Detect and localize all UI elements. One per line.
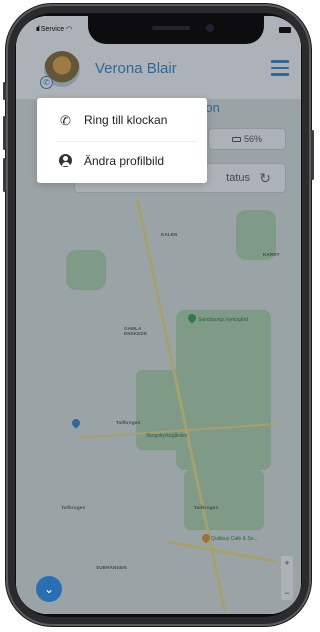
volume-down-button: [3, 158, 6, 192]
menu-item-label: Ändra profilbild: [84, 154, 165, 168]
battery-icon: [279, 27, 291, 33]
chevron-down-icon: ⌄: [43, 582, 55, 596]
mute-switch: [3, 82, 6, 100]
signal-bars-icon: ııl: [36, 26, 40, 33]
carrier: ııl Service ◠: [36, 25, 72, 33]
screen: ııl Service ◠ ✆ Verona Blair DALEN KARRT …: [16, 16, 301, 614]
phone-icon: ✆: [60, 113, 71, 128]
menu-item-change-picture[interactable]: Ändra profilbild: [37, 142, 207, 180]
menu-item-label: Ring till klockan: [84, 113, 168, 127]
profile-dropdown-menu: ✆ Ring till klockan Ändra profilbild: [37, 98, 207, 183]
wifi-icon: ◠: [66, 26, 73, 33]
expand-button[interactable]: ⌄: [36, 576, 62, 602]
menu-item-call-watch[interactable]: ✆ Ring till klockan: [37, 101, 207, 139]
user-circle-icon: [58, 154, 73, 169]
carrier-label: Service: [40, 26, 65, 33]
volume-up-button: [3, 116, 6, 150]
front-camera: [206, 24, 214, 32]
speaker: [152, 26, 190, 30]
notch: [88, 16, 264, 44]
power-button: [311, 130, 314, 180]
